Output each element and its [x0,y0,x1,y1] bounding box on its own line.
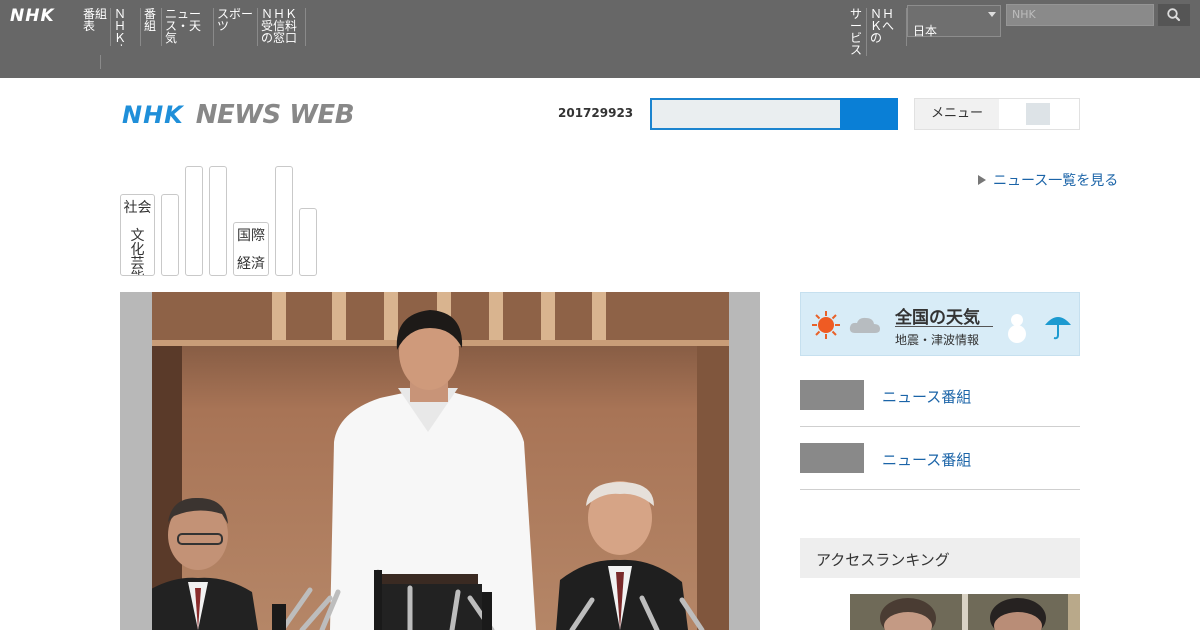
weather-banner[interactable]: 全国の天気 地震・津波情報 [800,292,1080,356]
cloud-icon [849,317,880,333]
global-nav-item[interactable]: ＮＨＫオンライン [111,8,141,46]
global-nav-divider [100,55,101,69]
side-news-label: ニュース番組 [882,388,972,406]
side-news-item[interactable]: ニュース番組 [800,443,1080,490]
snowman-icon [1008,314,1026,343]
global-nav-item[interactable]: サービス [847,8,867,56]
press-conference-photo [152,292,729,630]
triangle-right-icon [978,175,986,185]
weather-title: 全国の天気 [895,308,980,328]
menu-button[interactable]: メニュー [914,98,1080,130]
logo-nhk-text: NHK [122,101,184,129]
category-tab[interactable]: 社会 文化芸能 [120,194,155,276]
category-tab-label: 社会 [123,200,152,216]
news-list-link[interactable]: ニュース一覧を見る [978,170,1118,190]
search-icon [1167,8,1181,22]
sun-icon [812,311,840,339]
date-text: 201729923 [558,106,634,120]
category-tab-label: 文化芸能 [130,228,145,275]
global-nav-left: 番組表 ＮＨＫオンライン 番組 ニュース・天気 スポーツ ＮＨＫ受信料の窓口 [80,8,306,46]
logo-news-web-text: NEWS WEB [195,100,355,130]
weather-subtitle: 地震・津波情報 [895,333,980,347]
menu-icon [1026,103,1050,125]
chevron-down-icon [988,12,996,17]
category-tab-label: 経済 [237,256,265,272]
news-search-button[interactable] [840,98,898,130]
global-search-button[interactable] [1158,4,1190,26]
umbrella-icon [1045,317,1071,340]
main-news-photo[interactable] [120,292,760,630]
global-nav-right: サービス ＮＨＫへの [847,8,907,56]
side-news-thumbnail [800,443,864,473]
nhk-news-web-logo[interactable]: NHK NEWS WEB [122,100,355,130]
ranking-photo-image [850,594,1080,630]
category-tab[interactable] [299,208,317,276]
side-news-item[interactable]: ニュース番組 [800,380,1080,427]
global-nav-item[interactable]: ＮＨＫへの [867,8,907,46]
news-list-link-label: ニュース一覧を見る [993,173,1119,189]
weather-divider [895,326,993,327]
global-top-bar: NHK 番組表 ＮＨＫオンライン 番組 ニュース・天気 スポーツ ＮＨＫ受信料の… [0,0,1200,78]
menu-label: メニュー [915,99,999,129]
global-nav-item[interactable]: 番組表 [80,8,111,46]
ranking-header: アクセスランキング [800,538,1080,578]
news-search-input[interactable] [650,98,842,130]
global-nav-item[interactable]: 番組 [141,8,162,46]
category-tab-label: 国際 [237,228,265,244]
language-select[interactable]: 日本 [907,5,1001,38]
language-select-value: 日本 [913,24,938,38]
global-nav-item[interactable]: ニュース・天気 [162,8,214,46]
category-tab[interactable]: 国際 経済 [233,222,269,276]
global-nav-item[interactable]: スポーツ [214,8,258,46]
global-search-input[interactable]: NHK [1006,4,1154,26]
category-tab[interactable] [161,194,179,276]
global-nav-item[interactable]: ＮＨＫ受信料の窓口 [258,8,306,46]
side-news-label: ニュース番組 [882,451,972,469]
category-tab[interactable] [185,166,203,276]
side-news-thumbnail [800,380,864,410]
nhk-logo[interactable]: NHK [10,6,55,26]
category-tab[interactable] [209,166,227,276]
category-tab[interactable] [275,166,293,276]
ranking-photo[interactable] [850,594,1080,630]
